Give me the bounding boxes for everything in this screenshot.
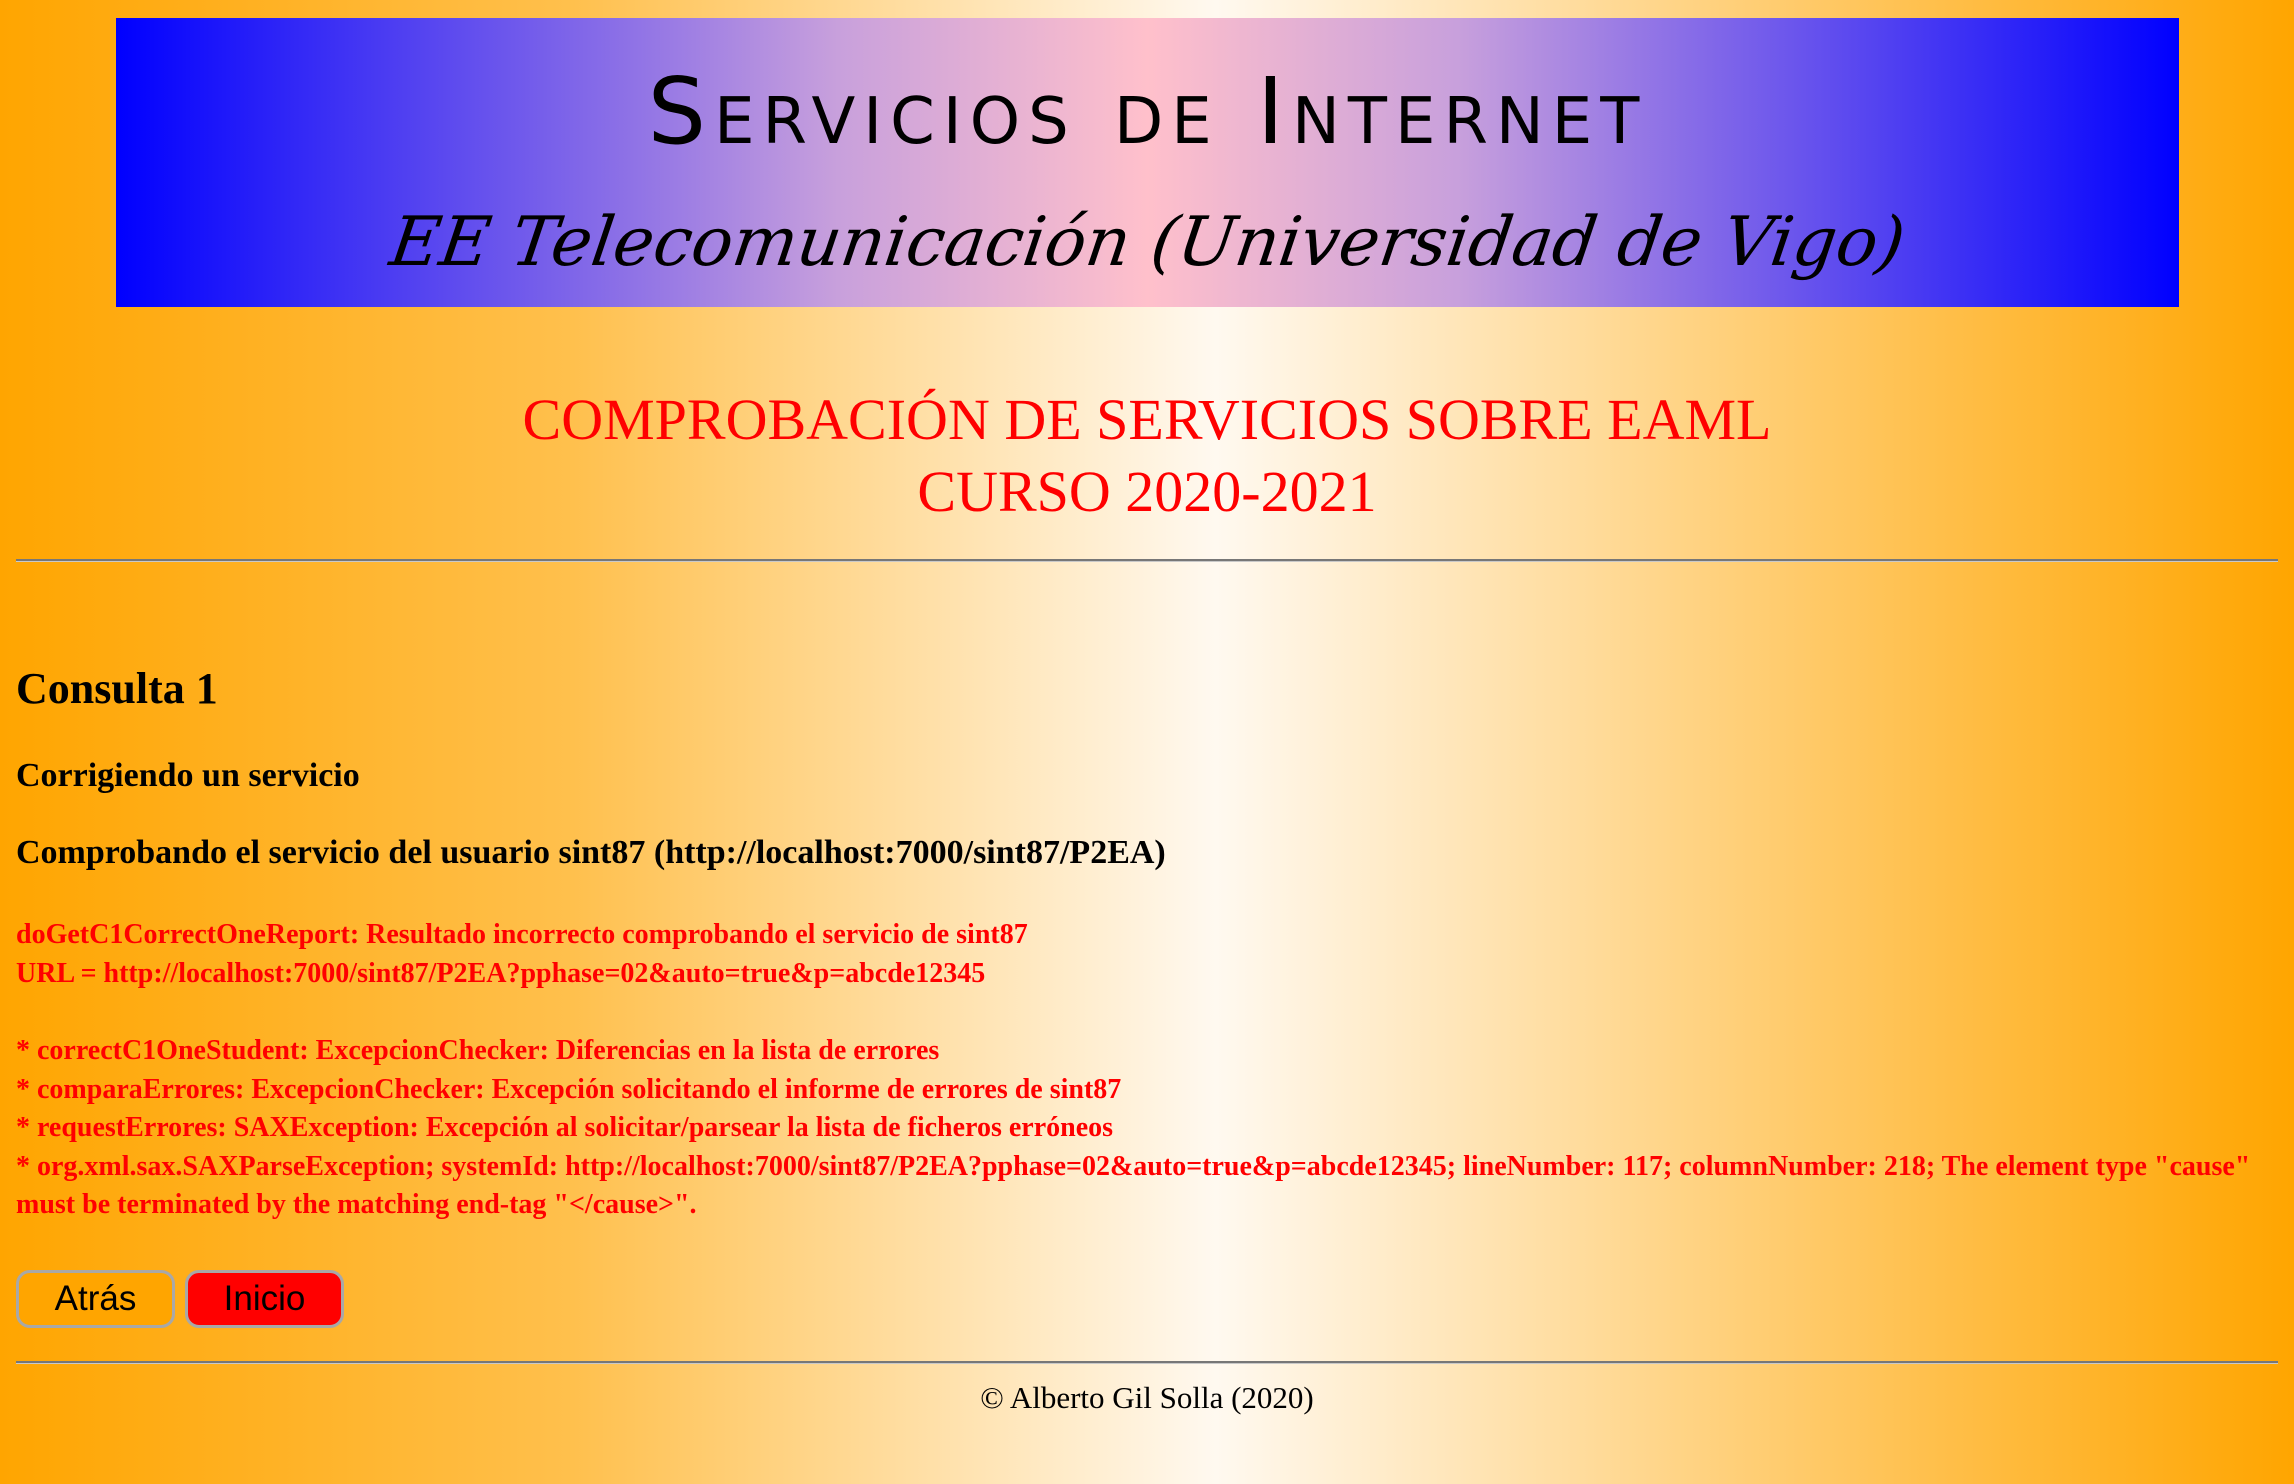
divider-top xyxy=(16,559,2278,562)
error-detail-item: * correctC1OneStudent: ExcepcionChecker:… xyxy=(16,1035,940,1066)
home-button[interactable]: Inicio xyxy=(185,1270,344,1328)
header-banner: Servicios de Internet EE Telecomunicació… xyxy=(116,18,2179,307)
query-subtitle: Corrigiendo un servicio xyxy=(16,757,360,794)
error-detail-item: * comparaErrores: ExcepcionChecker: Exce… xyxy=(16,1073,1122,1105)
error-report: doGetC1CorrectOneReport: Resultado incor… xyxy=(16,916,2278,993)
error-detail-item: * requestErrores: SAXException: Excepció… xyxy=(16,1112,1114,1144)
back-button[interactable]: Atrás xyxy=(16,1270,175,1328)
page-heading-line2: CURSO 2020-2021 xyxy=(917,459,1377,524)
site-title: Servicios de Internet xyxy=(647,58,1648,165)
divider-bottom xyxy=(16,1361,2278,1364)
error-report-line: doGetC1CorrectOneReport: Resultado incor… xyxy=(16,919,1028,950)
error-detail-item: * org.xml.sax.SAXParseException; systemI… xyxy=(16,1150,2251,1221)
page-heading: COMPROBACIÓN DE SERVICIOS SOBRE EAML CUR… xyxy=(0,384,2294,528)
site-subtitle: EE Telecomunicación (Universidad de Vigo… xyxy=(385,203,1910,282)
error-details-list: * correctC1OneStudent: ExcepcionChecker:… xyxy=(16,1032,2278,1225)
query-title: Consulta 1 xyxy=(16,664,218,713)
page-heading-line1: COMPROBACIÓN DE SERVICIOS SOBRE EAML xyxy=(522,387,1772,452)
error-report-url: URL = http://localhost:7000/sint87/P2EA?… xyxy=(16,957,986,989)
checking-service-text: Comprobando el servicio del usuario sint… xyxy=(16,834,1166,871)
footer-copyright: © Alberto Gil Solla (2020) xyxy=(980,1380,1314,1415)
